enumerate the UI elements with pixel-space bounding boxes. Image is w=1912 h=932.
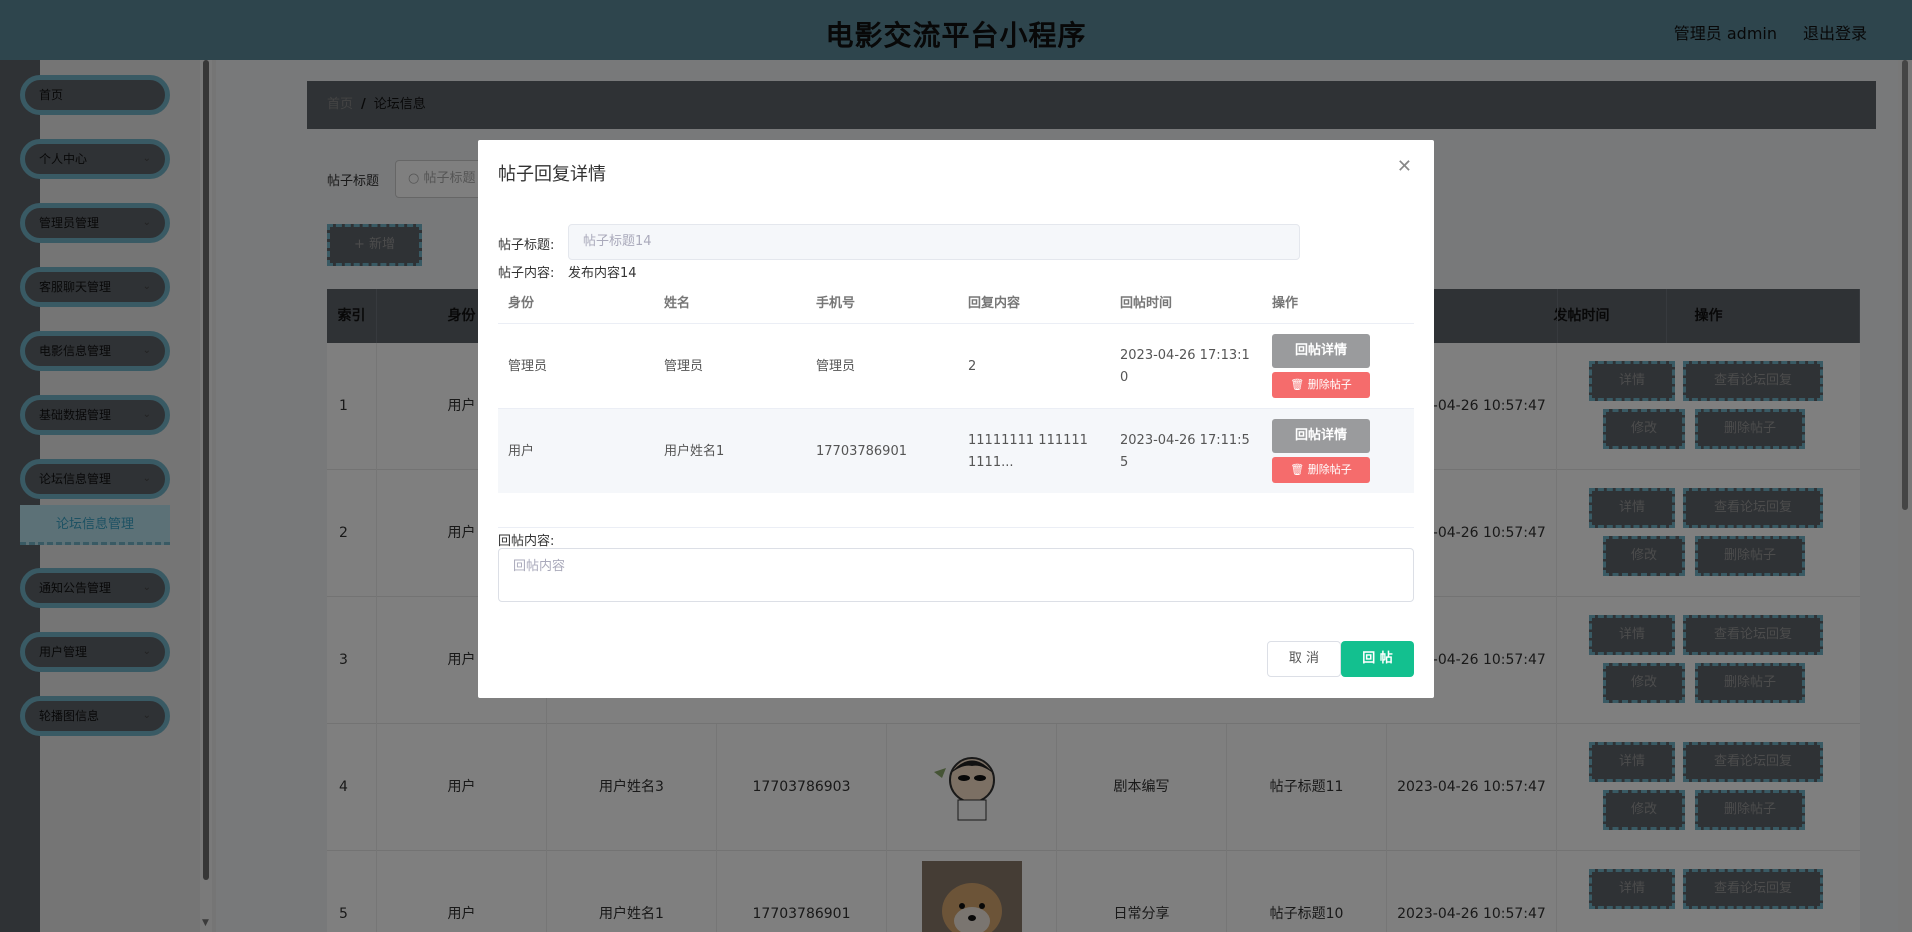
rth-name: 姓名	[664, 296, 691, 311]
reply-textarea[interactable]: 回帖内容	[498, 548, 1414, 602]
reply-name: 管理员	[664, 358, 704, 374]
reply-identity: 用户	[508, 443, 535, 459]
post-title-field[interactable]: 帖子标题14	[568, 224, 1300, 260]
modal-title: 帖子回复详情	[498, 164, 606, 185]
post-title-label: 帖子标题:	[498, 238, 555, 253]
reply-detail-button[interactable]: 回帖详情	[1272, 334, 1370, 368]
rth-operations: 操作	[1272, 296, 1299, 311]
reply-name: 用户姓名1	[664, 443, 725, 459]
reply-time: 2023-04-26 17:11:55	[1120, 432, 1250, 470]
reply-delete-label: 删除帖子	[1307, 378, 1352, 391]
submit-reply-button[interactable]: 回 帖	[1341, 641, 1414, 677]
trash-icon: 🗑	[1290, 463, 1308, 476]
post-content-label: 帖子内容:	[498, 266, 555, 281]
reply-identity: 管理员	[508, 358, 548, 374]
reply-detail-button[interactable]: 回帖详情	[1272, 419, 1370, 453]
post-content-value: 发布内容14	[568, 266, 637, 281]
reply-content-label: 回帖内容:	[498, 534, 555, 549]
reply-time: 2023-04-26 17:13:10	[1120, 347, 1250, 385]
reply-detail-modal: 帖子回复详情 ✕ 帖子标题: 帖子标题14 帖子内容: 发布内容14 身份 姓名…	[478, 140, 1434, 698]
reply-delete-button[interactable]: 🗑 删除帖子	[1272, 457, 1370, 483]
rth-content: 回复内容	[968, 296, 1021, 311]
reply-phone: 17703786901	[816, 443, 907, 459]
reply-row: 管理员 管理员 管理员 2 2023-04-26 17:13:10 回帖详情 🗑…	[498, 323, 1414, 408]
reply-row: 用户 用户姓名1 17703786901 11111111 111111 111…	[498, 408, 1414, 493]
reply-content: 11111111 111111 1111...	[968, 432, 1088, 470]
reply-content: 2	[968, 358, 977, 374]
modal-divider	[498, 527, 1414, 528]
rth-identity: 身份	[508, 296, 535, 311]
reply-delete-label: 删除帖子	[1307, 463, 1352, 476]
trash-icon: 🗑	[1290, 378, 1308, 391]
rth-phone: 手机号	[816, 296, 856, 311]
cancel-button[interactable]: 取 消	[1267, 641, 1341, 677]
reply-delete-button[interactable]: 🗑 删除帖子	[1272, 372, 1370, 398]
reply-phone: 管理员	[816, 358, 856, 374]
close-icon[interactable]: ✕	[1397, 156, 1412, 177]
rth-time: 回帖时间	[1120, 296, 1173, 311]
